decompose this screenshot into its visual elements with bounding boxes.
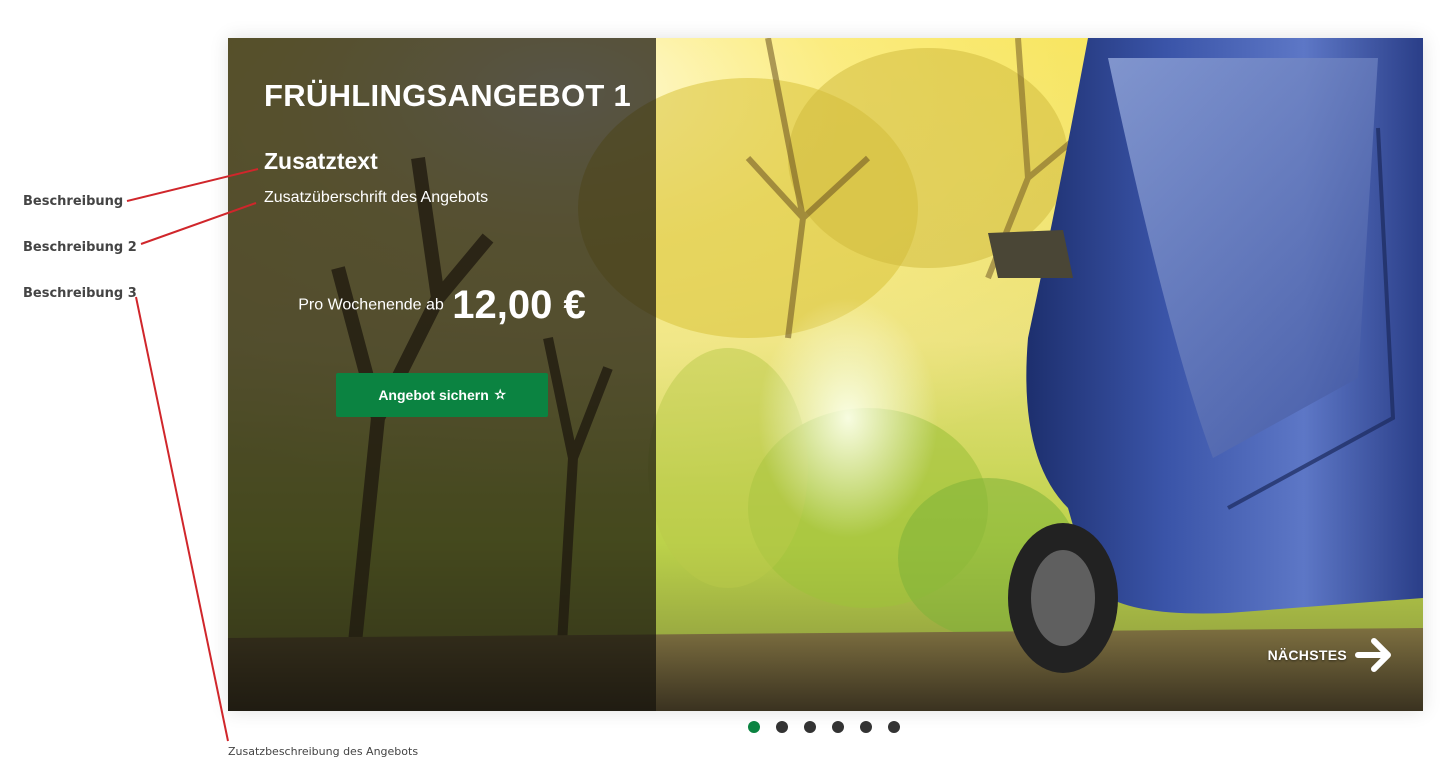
pagination-dot-5[interactable]	[860, 721, 872, 733]
annotation-footer: Zusatzbeschreibung des Angebots	[228, 745, 419, 758]
next-slide-button[interactable]: NÄCHSTES	[1268, 637, 1393, 673]
annotation-label-1: Beschreibung	[23, 194, 124, 209]
secure-offer-button[interactable]: Angebot sichern ✫	[336, 373, 548, 417]
arrow-right-icon	[1355, 638, 1391, 672]
offer-subtitle: Zusatztext	[264, 148, 378, 174]
page: Beschreibung Beschreibung 2 Beschreibung…	[0, 0, 1449, 775]
offer-title: FRÜHLINGSANGEBOT 1	[264, 78, 632, 113]
slider-pagination	[748, 721, 916, 733]
annotation-label-3: Beschreibung 3	[23, 286, 137, 301]
next-slide-label: NÄCHSTES	[1267, 647, 1347, 663]
offer-description: Zusatzüberschrift des Angebots	[264, 189, 489, 206]
pagination-dot-3[interactable]	[804, 721, 816, 733]
offer-slider: FRÜHLINGSANGEBOT 1 Zusatztext Zusatzüber…	[228, 38, 1423, 711]
secure-offer-button-label: Angebot sichern	[378, 387, 489, 403]
price-row: Pro Wochenende ab 12,00 €	[228, 283, 656, 328]
offer-panel: FRÜHLINGSANGEBOT 1 Zusatztext Zusatzüber…	[228, 38, 656, 711]
pagination-dot-1[interactable]	[748, 721, 760, 733]
sparkle-star-icon: ✫	[494, 387, 506, 402]
pagination-dot-4[interactable]	[832, 721, 844, 733]
pagination-dot-6[interactable]	[888, 721, 900, 733]
price-value: 12,00 €	[452, 283, 586, 327]
annotation-label-2: Beschreibung 2	[23, 240, 137, 255]
pagination-dot-2[interactable]	[776, 721, 788, 733]
leader-line-3	[135, 296, 229, 742]
price-prefix: Pro Wochenende ab	[298, 296, 444, 314]
